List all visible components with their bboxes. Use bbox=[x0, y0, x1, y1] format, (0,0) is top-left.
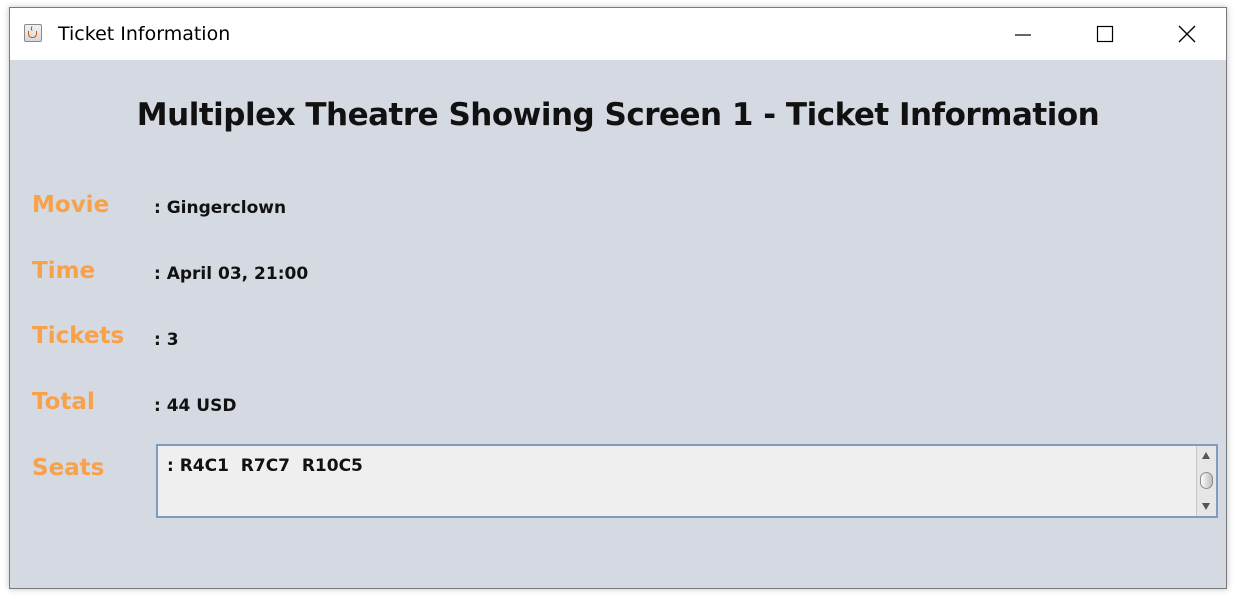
movie-label: Movie bbox=[32, 192, 110, 218]
movie-value: : Gingerclown bbox=[154, 198, 287, 218]
close-button[interactable] bbox=[1146, 8, 1228, 60]
seats-value[interactable]: : R4C1 R7C7 R10C5 bbox=[167, 456, 363, 476]
time-label: Time bbox=[32, 258, 96, 284]
minimize-button[interactable] bbox=[982, 8, 1064, 60]
ticket-info-panel: Multiplex Theatre Showing Screen 1 - Tic… bbox=[10, 60, 1226, 588]
scrollbar-thumb[interactable] bbox=[1200, 472, 1213, 489]
title-bar[interactable]: Ticket Information bbox=[10, 8, 1226, 60]
seats-label: Seats bbox=[32, 455, 105, 481]
tickets-value: : 3 bbox=[154, 330, 179, 350]
maximize-button[interactable] bbox=[1064, 8, 1146, 60]
minimize-icon bbox=[1015, 34, 1031, 36]
seats-text-area[interactable]: : R4C1 R7C7 R10C5 bbox=[156, 444, 1218, 518]
page-title: Multiplex Theatre Showing Screen 1 - Tic… bbox=[136, 97, 1100, 133]
java-cup-icon bbox=[24, 24, 42, 42]
close-icon bbox=[1178, 25, 1196, 43]
total-label: Total bbox=[32, 389, 95, 415]
window-title: Ticket Information bbox=[58, 23, 231, 45]
time-value: : April 03, 21:00 bbox=[154, 264, 309, 284]
total-value: : 44 USD bbox=[154, 396, 237, 416]
vertical-scrollbar[interactable] bbox=[1196, 446, 1216, 516]
scroll-down-arrow-icon[interactable] bbox=[1202, 503, 1210, 510]
tickets-label: Tickets bbox=[32, 323, 125, 349]
scroll-up-arrow-icon[interactable] bbox=[1202, 452, 1210, 459]
ticket-information-window: Ticket Information Multiplex Theatre Sho… bbox=[9, 7, 1227, 589]
maximize-icon bbox=[1096, 25, 1114, 43]
